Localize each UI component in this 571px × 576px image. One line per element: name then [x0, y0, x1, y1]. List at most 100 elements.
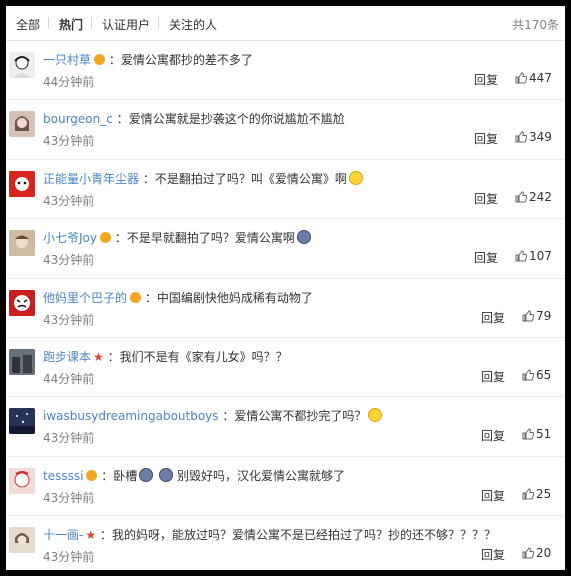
- comment-text: 爱情公寓都抄的差不多了: [120, 53, 253, 67]
- reply-button[interactable]: 回复: [481, 309, 505, 326]
- comment-time: 43分钟前: [43, 134, 95, 149]
- avatar[interactable]: [9, 111, 35, 138]
- avatar[interactable]: [9, 52, 35, 78]
- sticker-emoji-icon: [139, 467, 154, 482]
- like-count: 107: [529, 249, 552, 264]
- comment-row: tessssi ：卧槽 别毁好吗，汉化爱情公寓就够了 43分钟前 回复 25: [6, 457, 565, 517]
- avatar[interactable]: [9, 230, 35, 257]
- comment-time: 44分钟前: [43, 75, 95, 89]
- reply-button[interactable]: 回复: [474, 249, 498, 266]
- thumbs-up-icon: [515, 131, 528, 143]
- comment-row: 跑步课本 ★ ：我们不是有《家有儿女》吗？？ 44分钟前 回复 65: [6, 338, 565, 398]
- username-link[interactable]: 他妈里个巴子的: [43, 291, 127, 305]
- like-button[interactable]: 51: [522, 427, 551, 441]
- like-count: 20: [536, 546, 552, 561]
- thumbs-up-icon: [522, 369, 535, 381]
- thinking-emoji-icon: [348, 170, 363, 185]
- like-button[interactable]: 349: [515, 130, 552, 144]
- comment-separator: ：: [101, 468, 114, 483]
- comment-separator: ：: [107, 349, 120, 364]
- comment-filter-tabs: 全部 热门 认证用户 关注的人 共170条: [6, 6, 565, 41]
- comment-text: 爱情公寓就是抄袭这个的你说尴尬不尴尬: [128, 112, 345, 127]
- like-button[interactable]: 65: [522, 368, 551, 382]
- comment-panel: 全部 热门 认证用户 关注的人 共170条 一只村草 ：爱情公寓都抄的差不多了 …: [6, 6, 565, 570]
- like-button[interactable]: 242: [515, 190, 552, 204]
- comment-row: 他妈里个巴子的 ：中国编剧快他妈成稀有动物了 43分钟前 回复 79: [6, 279, 565, 338]
- comment-text: 别毁好吗，汉化爱情公寓就够了: [176, 468, 345, 483]
- thumbs-up-icon: [522, 547, 535, 559]
- thumbs-up-icon: [522, 310, 535, 322]
- tab-divider: [48, 17, 49, 29]
- thumbs-up-icon: [515, 191, 528, 203]
- reply-button[interactable]: 回复: [474, 190, 498, 207]
- tab-divider: [91, 17, 92, 29]
- reply-button[interactable]: 回复: [474, 130, 498, 147]
- like-button[interactable]: 20: [522, 546, 551, 560]
- comment-text: 爱情公寓不都抄完了吗？: [234, 409, 367, 424]
- username-link[interactable]: iwasbusydreamingaboutboys: [43, 409, 219, 423]
- username-link[interactable]: bourgeon_c: [43, 112, 113, 126]
- like-button[interactable]: 447: [515, 71, 552, 85]
- avatar[interactable]: [9, 170, 35, 197]
- like-count: 25: [536, 486, 552, 501]
- comment-row: 十一画- ★ ：我的妈呀，能放过吗？爱情公寓不是已经拍过了吗？抄的还不够？？？？ …: [6, 516, 565, 570]
- comment-time: 43分钟前: [43, 312, 95, 327]
- username-link[interactable]: 一只村草: [43, 53, 91, 67]
- thumbs-up-icon: [515, 72, 528, 84]
- avatar[interactable]: [9, 408, 35, 435]
- comment-text: 不是翻拍过了吗？叫《爱情公寓》啊: [154, 171, 347, 186]
- comment-row: iwasbusydreamingaboutboys ：爱情公寓不都抄完了吗？ 4…: [6, 397, 565, 457]
- like-button[interactable]: 79: [522, 309, 551, 323]
- comment-text: 卧槽: [113, 468, 138, 483]
- member-badge-icon: [94, 54, 106, 65]
- thumbs-up-icon: [515, 250, 528, 262]
- username-link[interactable]: 跑步课本: [43, 350, 91, 364]
- username-link[interactable]: 正能量小青年尘器: [43, 172, 139, 186]
- avatar[interactable]: [9, 527, 35, 554]
- tab-following[interactable]: 关注的人: [169, 16, 217, 33]
- tab-divider: [158, 17, 159, 29]
- comment-text: 中国编剧快他妈成稀有动物了: [156, 290, 313, 305]
- reply-button[interactable]: 回复: [481, 546, 505, 563]
- like-button[interactable]: 25: [522, 487, 551, 501]
- tab-verified[interactable]: 认证用户: [102, 16, 150, 33]
- comment-text: 不是早就翻拍了吗？爱情公寓啊: [126, 231, 295, 246]
- member-badge-icon: [99, 232, 111, 244]
- reply-button[interactable]: 回复: [474, 71, 498, 88]
- like-count: 65: [536, 367, 552, 382]
- avatar[interactable]: [9, 467, 35, 494]
- thumbs-up-icon: [522, 428, 535, 440]
- like-count: 51: [536, 427, 552, 442]
- comment-time: 44分钟前: [43, 371, 95, 386]
- tab-all[interactable]: 全部: [16, 16, 40, 33]
- like-count: 349: [529, 130, 552, 145]
- comment-separator: ：: [116, 112, 129, 127]
- member-badge-icon: [130, 291, 142, 303]
- comment-row: 小七爷Joy ：不是早就翻拍了吗？爱情公寓啊 43分钟前 回复 107: [6, 219, 565, 279]
- comment-time: 43分钟前: [43, 490, 95, 505]
- comment-row: bourgeon_c ：爱情公寓就是抄袭这个的你说尴尬不尴尬 43分钟前 回复 …: [6, 100, 565, 160]
- comment-separator: ：: [222, 409, 235, 424]
- reply-button[interactable]: 回复: [481, 427, 505, 444]
- member-badge-icon: [86, 469, 98, 481]
- like-button[interactable]: 107: [515, 249, 552, 263]
- comment-count: 共170条: [512, 18, 559, 32]
- comment-row: 一只村草 ：爱情公寓都抄的差不多了 44分钟前 回复 447: [6, 41, 565, 101]
- reply-button[interactable]: 回复: [481, 368, 505, 385]
- comment-text: 我的妈呀，能放过吗？爱情公寓不是已经拍过了吗？抄的还不够？？？？: [111, 528, 496, 543]
- comment-separator: ：: [142, 171, 155, 186]
- reply-button[interactable]: 回复: [481, 487, 505, 504]
- grin-emoji-icon: [368, 408, 383, 423]
- username-link[interactable]: 十一画-: [43, 528, 83, 542]
- username-link[interactable]: 小七爷Joy: [43, 231, 97, 245]
- comment-separator: ：: [114, 231, 127, 246]
- star-badge-icon: ★: [93, 349, 104, 364]
- sticker-emoji-icon: [159, 467, 174, 482]
- username-link[interactable]: tessssi: [43, 469, 83, 483]
- comment-separator: ：: [99, 528, 112, 543]
- tab-hot[interactable]: 热门: [59, 16, 83, 33]
- shocked-emoji-icon: [296, 230, 311, 245]
- avatar[interactable]: [9, 348, 35, 375]
- comment-time: 43分钟前: [43, 431, 95, 446]
- avatar[interactable]: [9, 289, 35, 316]
